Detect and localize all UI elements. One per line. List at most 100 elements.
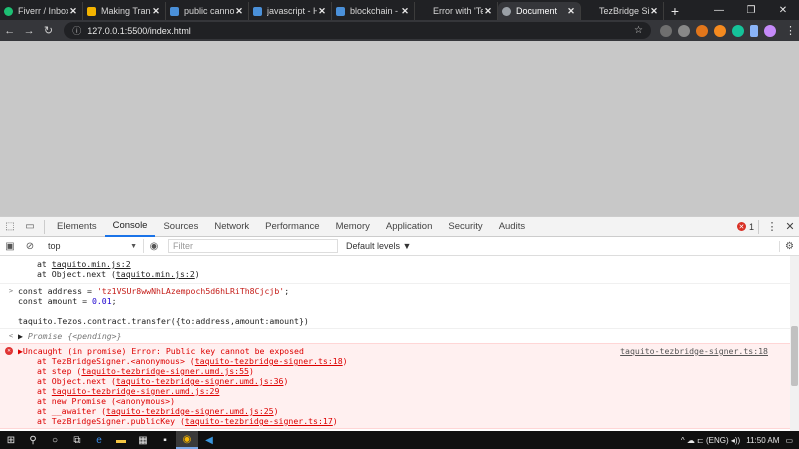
grammarly-extension-icon[interactable]	[731, 24, 744, 37]
task-view-icon[interactable]: ⧉	[66, 431, 88, 449]
forward-arrow-icon[interactable]: →	[19, 25, 38, 37]
console-error-entry: ✕ ▶Uncaught (in promise) Error: Public ke…	[0, 343, 790, 429]
error-icon: ✕	[736, 222, 746, 231]
source-link[interactable]: taquito-tezbridge-signer.umd.js:29	[52, 386, 220, 396]
notification-icon[interactable]: ▭	[785, 436, 793, 445]
close-tab-icon[interactable]: ✕	[68, 6, 78, 17]
devtools-tab-audits[interactable]: Audits	[491, 217, 533, 237]
metamask-extension-icon[interactable]	[695, 24, 708, 37]
tab-label: Fiverr / Inbox	[18, 6, 68, 16]
browser-tab-0[interactable]: Fiverr / Inbox ✕	[0, 2, 83, 20]
console-settings-gear-icon[interactable]: ⚙	[779, 240, 799, 252]
restore-button[interactable]: ❐	[735, 0, 767, 20]
scrollbar-thumb[interactable]	[791, 326, 798, 386]
devtools-close-icon[interactable]: ✕	[781, 220, 799, 233]
browser-tab-5[interactable]: Error with 'Tez✕	[415, 2, 498, 20]
filter-input[interactable]: Filter	[168, 239, 338, 253]
close-tab-icon[interactable]: ✕	[151, 6, 161, 17]
orange-extension-icon[interactable]	[713, 24, 726, 37]
back-arrow-icon[interactable]: ←	[0, 25, 19, 37]
inspect-element-icon[interactable]: ⬚	[0, 221, 20, 232]
favicon-icon	[253, 6, 262, 16]
input-line	[0, 306, 790, 316]
close-tab-icon[interactable]: ✕	[234, 6, 244, 17]
url-input[interactable]: ⓘ 127.0.0.1:5500/index.html ☆	[64, 22, 651, 39]
clear-console-icon[interactable]: ⊘	[20, 241, 40, 252]
dropdown-arrow-icon: ▼	[130, 242, 137, 250]
result-line[interactable]: < ▶ Promise {<pending>}	[0, 331, 790, 341]
devtools-tab-network[interactable]: Network	[206, 217, 257, 237]
close-tab-icon[interactable]: ✕	[317, 6, 327, 17]
console-toolbar: ▣ ⊘ top ▼ ◉ Filter Default levels ▼ ⚙	[0, 237, 799, 256]
context-select[interactable]: top ▼	[44, 239, 144, 253]
device-toolbar-icon[interactable]: ▭	[20, 221, 40, 232]
search-icon[interactable]: ⚲	[22, 431, 44, 449]
filter-placeholder: Filter	[173, 241, 193, 251]
tray-icons[interactable]: ^ ☁ ⊏ (ENG) ◂))	[681, 436, 740, 445]
terminal-icon[interactable]: ▪	[154, 431, 176, 449]
clock[interactable]: 11:50 AM	[746, 436, 779, 445]
devtools-tab-application[interactable]: Application	[378, 217, 440, 237]
file-explorer-icon[interactable]: ▬	[110, 431, 132, 449]
browser-tab-4[interactable]: blockchain - C✕	[332, 2, 415, 20]
log-levels-dropdown[interactable]: Default levels ▼	[346, 241, 411, 251]
devtools-tab-sources[interactable]: Sources	[155, 217, 206, 237]
profile-avatar[interactable]	[763, 24, 776, 37]
browser-tab-3[interactable]: javascript - Ho✕	[249, 2, 332, 20]
extensions-area: ⋮	[657, 24, 799, 37]
divider	[44, 219, 45, 234]
browser-tab-6[interactable]: Document ✕	[498, 2, 581, 20]
history-extension-icon[interactable]	[659, 24, 672, 37]
extension-icon[interactable]	[749, 24, 758, 37]
devtools-tab-elements[interactable]: Elements	[49, 217, 105, 237]
show-sidebar-icon[interactable]: ▣	[0, 241, 20, 252]
minimize-button[interactable]: —	[703, 0, 735, 20]
browser-tab-1[interactable]: Making Transf✕	[83, 2, 166, 20]
tab-label: TezBridge Sign	[599, 6, 649, 16]
url-text: 127.0.0.1:5500/index.html	[87, 25, 191, 36]
browser-menu-icon[interactable]: ⋮	[785, 24, 796, 37]
favicon-icon	[4, 6, 13, 16]
source-link[interactable]: taquito-tezbridge-signer.umd.js:36	[116, 376, 284, 386]
globe-icon	[502, 6, 511, 16]
error-message[interactable]: ✕ ▶Uncaught (in promise) Error: Public ke…	[0, 346, 790, 356]
console-scrollbar[interactable]	[790, 256, 799, 431]
close-tab-icon[interactable]: ✕	[483, 6, 493, 17]
source-link[interactable]: taquito-tezbridge-signer.ts:17	[185, 416, 333, 426]
input-line: const amount = 0.01;	[18, 296, 117, 306]
error-count: 1	[748, 221, 754, 232]
chrome-taskbar-icon[interactable]: ◉	[176, 431, 198, 449]
favicon-icon	[336, 6, 345, 16]
close-tab-icon[interactable]: ✕	[400, 6, 410, 17]
source-link[interactable]: taquito.min.js:2	[52, 259, 131, 269]
browser-tab-7[interactable]: TezBridge Sign✕	[581, 2, 664, 20]
info-icon[interactable]: ⓘ	[72, 24, 81, 37]
vscode-icon[interactable]: ◀	[198, 431, 220, 449]
devtools-tab-console[interactable]: Console	[104, 217, 156, 237]
close-tab-icon[interactable]: ✕	[649, 6, 659, 17]
source-link[interactable]: taquito-tezbridge-signer.umd.js:55	[81, 366, 249, 376]
live-expression-eye-icon[interactable]: ◉	[144, 241, 164, 252]
browser-tab-2[interactable]: public cannot ✕	[166, 2, 249, 20]
error-source-link[interactable]: taquito-tezbridge-signer.ts:18	[620, 346, 768, 356]
close-window-button[interactable]: ✕	[767, 0, 799, 20]
source-link[interactable]: taquito-tezbridge-signer.ts:18	[195, 356, 343, 366]
devtools-tab-performance[interactable]: Performance	[257, 217, 327, 237]
bookmark-star-icon[interactable]: ☆	[634, 25, 643, 36]
source-link[interactable]: taquito.min.js:2	[116, 269, 195, 279]
error-counter[interactable]: ✕ 1	[736, 221, 754, 232]
windows-start-icon[interactable]: ⊞	[0, 431, 22, 449]
cortana-icon[interactable]: ○	[44, 431, 66, 449]
store-icon[interactable]: ▦	[132, 431, 154, 449]
reload-icon[interactable]: ↻	[39, 24, 58, 37]
input-line: > const address = 'tz1VSUr8wwNhLAzempoch5…	[0, 286, 790, 296]
settings-extension-icon[interactable]	[677, 24, 690, 37]
devtools-tab-security[interactable]: Security	[440, 217, 490, 237]
edge-browser-icon[interactable]: e	[88, 431, 110, 449]
close-tab-icon[interactable]: ✕	[566, 6, 576, 17]
source-link[interactable]: taquito-tezbridge-signer.umd.js:25	[106, 406, 274, 416]
error-icon: ✕	[5, 347, 13, 355]
new-tab-button[interactable]: +	[664, 2, 686, 20]
devtools-tab-memory[interactable]: Memory	[328, 217, 378, 237]
devtools-menu-icon[interactable]: ⋮	[763, 220, 781, 233]
